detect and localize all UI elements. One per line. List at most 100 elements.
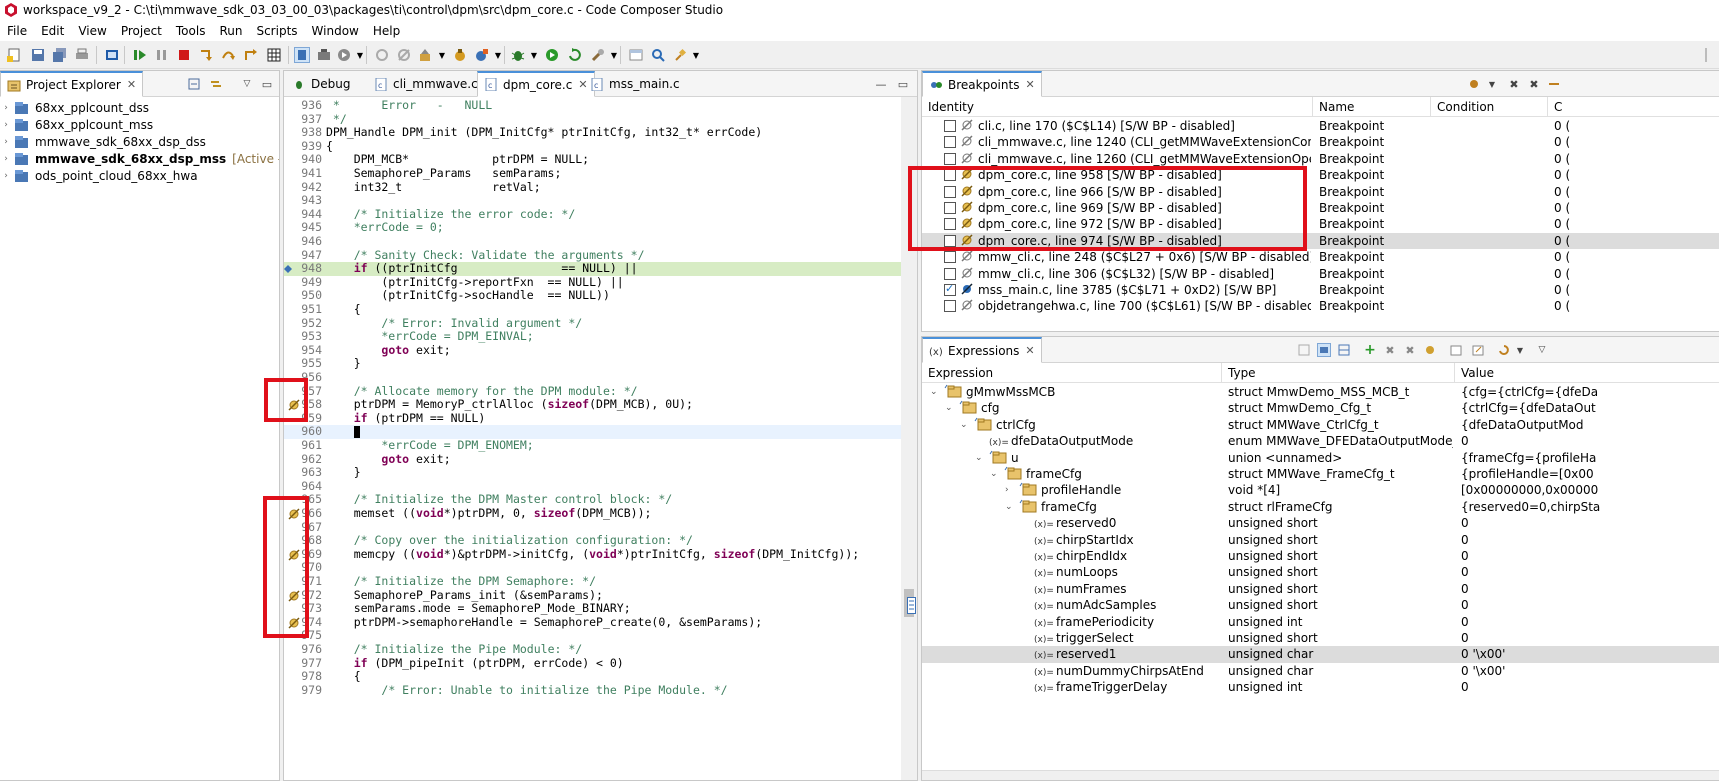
breakpoint-enable-checkbox[interactable] [944, 136, 956, 149]
code-line[interactable]: 937 */ [284, 112, 917, 127]
code-line[interactable]: 977 if (DPM_pipeInit (ptrDPM, errCode) <… [284, 656, 917, 671]
menu-scripts[interactable]: Scripts [249, 24, 304, 38]
target-config-icon[interactable] [316, 47, 332, 63]
expand-icon[interactable]: › [1005, 482, 1015, 498]
breakpoint-row[interactable]: mmw_cli.c, line 306 ($C$L32) [S/W BP - d… [922, 266, 1719, 282]
expand-icon[interactable]: › [0, 120, 12, 130]
disabled-breakpoint-icon[interactable] [288, 399, 300, 411]
remove-all-expressions-icon[interactable]: ✖ [1403, 343, 1417, 357]
breakpoint-row[interactable]: cli.c, line 170 ($C$L14) [S/W BP - disab… [922, 118, 1719, 134]
overview-ruler-marker[interactable] [907, 597, 916, 614]
code-line[interactable]: 967 [284, 520, 917, 535]
code-line[interactable]: 936 * Error - NULL [284, 98, 917, 113]
expression-row[interactable]: ⌄ cfg struct MmwDemo_Cfg_t {ctrlCfg={dfeDat… [922, 400, 1719, 416]
collapse-icon[interactable]: ⌄ [1005, 499, 1015, 515]
chevron-down-icon[interactable]: ▼ [526, 47, 542, 63]
expression-row[interactable]: (x)= numDummyChirpsAtEnd unsigned char 0 '\… [922, 663, 1719, 679]
expression-value[interactable]: 0 [1461, 614, 1719, 630]
expression-row[interactable]: ⌄ gMmwMssMCB struct MmwDemo_MSS_MCB_t {cfg=… [922, 384, 1719, 400]
search-icon[interactable] [650, 47, 666, 63]
collapse-icon[interactable]: ⌄ [990, 466, 1000, 482]
code-line[interactable]: 945 *errCode = 0; [284, 221, 917, 235]
code-line[interactable]: 978 { [284, 670, 917, 684]
tree-item-project[interactable]: › ods_point_cloud_68xx_hwa [0, 167, 197, 184]
code-line[interactable]: 942 int32_t retVal; [284, 180, 917, 195]
save-icon[interactable] [30, 47, 46, 63]
expression-value[interactable]: {profileHandle=[0x00 [1461, 466, 1719, 482]
expression-row[interactable]: ⌄ frameCfg struct rlFrameCfg {reserved0=0,c… [922, 499, 1719, 515]
tree-item-project-active[interactable]: › mmwave_sdk_68xx_dsp_mss [Active - Debu… [0, 150, 279, 167]
expression-value[interactable]: {reserved0=0,chirpSta [1461, 499, 1719, 515]
view-menu-icon[interactable]: ▽ [1535, 343, 1549, 357]
expression-row[interactable]: (x)= framePeriodicity unsigned int 0 [922, 614, 1719, 630]
breakpoint-row[interactable]: dpm_core.c, line 972 [S/W BP - disabled]… [922, 216, 1719, 232]
breakpoint-row[interactable]: cli_mmwave.c, line 1260 (CLI_getMMWaveEx… [922, 151, 1719, 167]
code-line[interactable]: 961 *errCode = DPM_ENOMEM; [284, 438, 917, 453]
code-line[interactable]: 966 memset ((void*)ptrDPM, 0, sizeof(DPM… [284, 506, 917, 521]
code-line[interactable]: 973 semParams.mode = SemaphoreP_Mode_BIN… [284, 602, 917, 616]
code-line[interactable]: 957 /* Allocate memory for the DPM modul… [284, 384, 917, 399]
breakpoint-enable-checkbox[interactable] [944, 152, 956, 165]
tab-breakpoints[interactable]: Breakpoints ✕ [922, 71, 1042, 97]
code-line[interactable]: 959 if (ptrDPM == NULL) [284, 411, 917, 426]
menu-file[interactable]: File [0, 24, 34, 38]
expression-row[interactable]: (x)= triggerSelect unsigned short 0 [922, 630, 1719, 646]
close-icon[interactable]: ✕ [1025, 78, 1034, 91]
expression-value[interactable]: {cfg={ctrlCfg={dfeDa [1461, 384, 1719, 400]
new-breakpoint-icon[interactable] [1467, 77, 1481, 91]
collapse-all-icon[interactable] [187, 77, 201, 91]
code-line[interactable]: 950 (ptrInitCfg->socHandle == NULL)) [284, 289, 917, 303]
breakpoint-row[interactable]: dpm_core.c, line 974 [S/W BP - disabled]… [922, 232, 1719, 250]
step-into-icon[interactable] [198, 47, 214, 63]
refresh-expressions-icon[interactable] [1423, 343, 1437, 357]
code-line[interactable]: 940 DPM_MCB* ptrDPM = NULL; [284, 153, 917, 167]
expand-icon[interactable]: › [0, 103, 12, 113]
expression-value[interactable]: 0 [1461, 581, 1719, 597]
expression-row[interactable]: (x)= numLoops unsigned short 0 [922, 564, 1719, 580]
code-line[interactable]: 944 /* Initialize the error code: */ [284, 207, 917, 222]
code-line[interactable]: 962 goto exit; [284, 452, 917, 467]
remove-expression-icon[interactable]: ✖ [1383, 343, 1397, 357]
collapse-icon[interactable]: ⌄ [975, 450, 985, 466]
expression-row[interactable]: (x)= frameTriggerDelay unsigned int 0 [922, 679, 1719, 695]
code-line[interactable]: 941 SemaphoreP_Params semParams; [284, 166, 917, 181]
breakpoint-row[interactable]: cli_mmwave.c, line 1240 (CLI_getMMWaveEx… [922, 134, 1719, 150]
column-count[interactable]: C [1548, 97, 1719, 117]
run-icon[interactable] [544, 47, 560, 63]
suspend-icon[interactable] [154, 47, 170, 63]
expression-row[interactable]: (x)= chirpEndIdx unsigned short 0 [922, 548, 1719, 564]
code-line[interactable]: 971 /* Initialize the DPM Semaphore: */ [284, 574, 917, 589]
breakpoint-enable-checkbox[interactable] [944, 267, 956, 280]
run-external-icon[interactable] [474, 47, 490, 63]
remove-icon[interactable]: ✖ [1507, 77, 1521, 91]
collapse-icon[interactable]: ⌄ [960, 417, 970, 433]
show-type-names-icon[interactable] [1317, 343, 1331, 357]
pin-icon[interactable] [672, 47, 688, 63]
code-line[interactable]: 955 } [284, 357, 917, 371]
code-line[interactable]: 976 /* Initialize the Pipe Module: */ [284, 642, 917, 657]
breakpoint-enable-checkbox[interactable] [944, 234, 956, 247]
load-program-icon[interactable] [336, 47, 352, 63]
column-type[interactable]: Type [1222, 363, 1455, 383]
expression-value[interactable]: 0 '\x00' [1461, 646, 1719, 662]
code-line[interactable]: 949 (ptrInitCfg->reportFxn == NULL) || [284, 275, 917, 290]
tab-mss-main[interactable]: c mss_main.c [584, 71, 686, 97]
chevron-down-icon[interactable]: ▼ [688, 47, 704, 63]
view-menu-icon[interactable]: ▽ [240, 77, 254, 91]
close-icon[interactable]: ✕ [127, 78, 136, 91]
tools-icon[interactable] [590, 47, 606, 63]
breakpoint-enable-checkbox[interactable] [944, 120, 956, 132]
breakpoint-enable-checkbox[interactable] [944, 282, 956, 296]
terminate-icon[interactable] [176, 47, 192, 63]
breakpoint-enable-checkbox[interactable] [944, 300, 956, 313]
code-line[interactable]: 963 } [284, 466, 917, 480]
editor-scrollbar[interactable] [901, 97, 917, 780]
tab-expressions[interactable]: (x) Expressions ✕ [922, 337, 1042, 363]
new-window-icon[interactable] [1449, 343, 1463, 357]
column-condition[interactable]: Condition [1431, 97, 1548, 117]
code-line[interactable]: 958 ptrDPM = MemoryP_ctrlAlloc (sizeof(D… [284, 397, 917, 412]
breakpoint-enable-checkbox[interactable] [944, 218, 956, 231]
minimize-icon[interactable]: — [874, 77, 888, 91]
tab-project-explorer[interactable]: Project Explorer ✕ [0, 71, 144, 97]
expand-icon[interactable]: › [0, 154, 12, 164]
